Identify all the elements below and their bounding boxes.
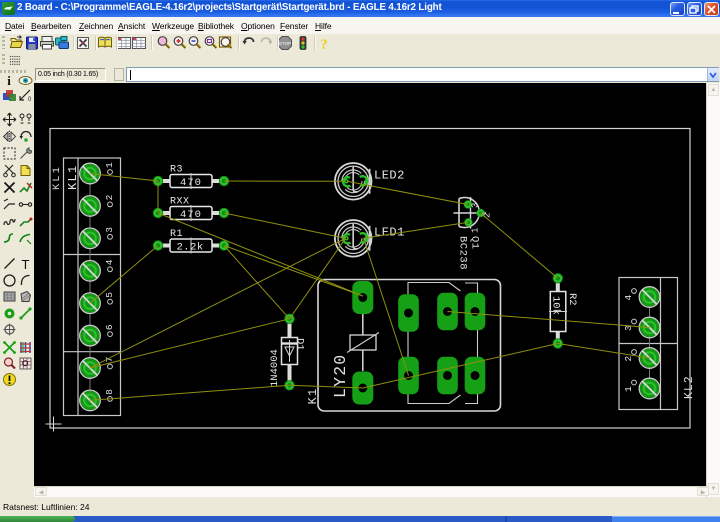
svg-text:RXX: RXX — [170, 197, 190, 208]
svg-text:?: ? — [320, 37, 328, 51]
svg-text:10k: 10k — [550, 296, 562, 315]
svg-text:KL2: KL2 — [683, 375, 696, 399]
svg-text:1: 1 — [623, 386, 634, 392]
svg-text:4: 4 — [623, 295, 634, 301]
svg-text:T: T — [22, 257, 30, 271]
svg-text:STOP: STOP — [279, 41, 291, 46]
svg-text:470: 470 — [180, 177, 202, 189]
svg-text:2.2k: 2.2k — [177, 242, 204, 254]
svg-text:4: 4 — [104, 259, 115, 265]
svg-text:K1: K1 — [306, 387, 320, 404]
svg-text:0: 0 — [28, 97, 32, 103]
svg-text:3: 3 — [471, 203, 481, 208]
svg-text:KL1: KL1 — [51, 165, 63, 190]
svg-text:LY20: LY20 — [331, 354, 350, 398]
svg-text:1N4004: 1N4004 — [269, 349, 281, 387]
svg-text:Q1: Q1 — [469, 236, 481, 250]
svg-text:2: 2 — [104, 194, 115, 200]
svg-text:2: 2 — [623, 356, 634, 362]
svg-text:BC238: BC238 — [457, 236, 469, 270]
svg-text:R3: R3 — [170, 165, 183, 176]
svg-text:5: 5 — [104, 292, 115, 298]
svg-text:8: 8 — [104, 389, 115, 395]
svg-text:R1: R1 — [170, 229, 183, 240]
svg-text:LED2: LED2 — [374, 169, 405, 183]
svg-text:1: 1 — [471, 228, 481, 233]
svg-text:R2: R2 — [566, 293, 578, 306]
svg-text:KL1: KL1 — [66, 164, 80, 190]
svg-text:6: 6 — [104, 324, 115, 330]
svg-text:D1: D1 — [294, 338, 306, 351]
svg-text:3: 3 — [104, 227, 115, 233]
svg-text:470: 470 — [180, 209, 202, 221]
svg-text:1: 1 — [104, 162, 115, 168]
svg-text:i: i — [7, 73, 11, 88]
